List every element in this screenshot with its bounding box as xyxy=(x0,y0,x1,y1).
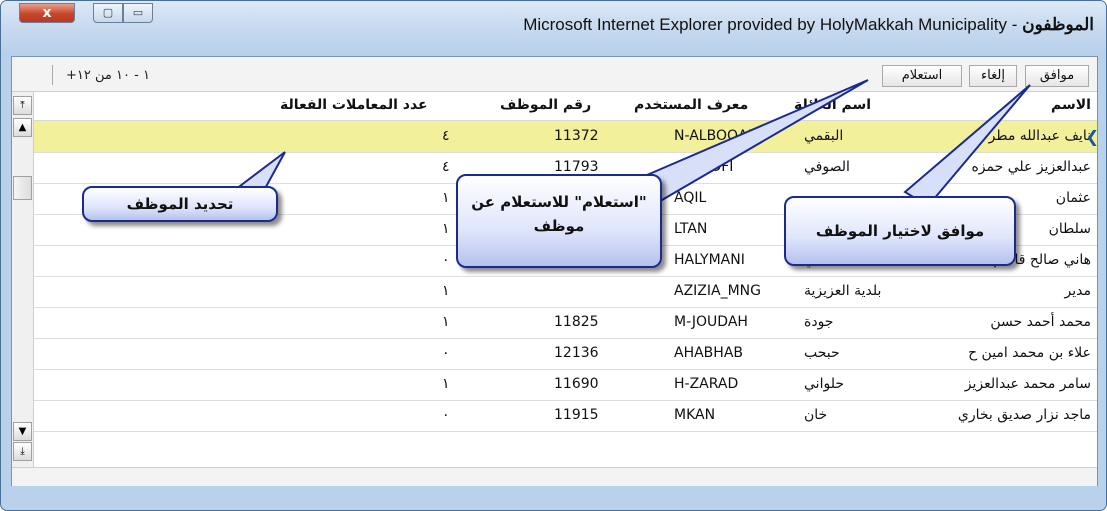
column-header-name[interactable]: الاسم xyxy=(1051,97,1091,113)
cell-family-name: حلواني xyxy=(804,376,844,392)
cell-family-name: الصوفي xyxy=(804,159,850,175)
table-row[interactable]: ١ 11690 H-ZARAD حلواني سامر محمد عبدالعزيز xyxy=(34,369,1097,401)
close-button[interactable]: x xyxy=(19,3,75,23)
column-header-user-id[interactable]: معرف المستخدم xyxy=(634,97,748,113)
cell-user-id: M-JOUDAH xyxy=(674,314,748,330)
cell-active-transactions: ٠ xyxy=(442,252,450,268)
title-bar: x ▢ ▭ Microsoft Internet Explorer provid… xyxy=(1,1,1106,55)
cell-name: سامر محمد عبدالعزيز xyxy=(964,376,1091,392)
cell-name: محمد أحمد حسن xyxy=(990,314,1091,330)
cell-name: عثمان xyxy=(1055,190,1091,206)
selected-row-marker-icon: ❮ xyxy=(1085,127,1099,146)
toolbar: موافق إلغاء استعلام ١ - ١٠ من ١٢+ xyxy=(12,57,1097,92)
cell-employee-number: 11690 xyxy=(554,376,599,392)
window-title-latin: Microsoft Internet Explorer provided by … xyxy=(523,15,1007,34)
scroll-down-button[interactable]: ▼ xyxy=(13,422,32,441)
cell-family-name: بلدية العزيزية xyxy=(804,283,882,299)
window-title: Microsoft Internet Explorer provided by … xyxy=(523,15,1094,35)
cell-active-transactions: ٤ xyxy=(442,128,450,144)
ok-button[interactable]: موافق xyxy=(1025,65,1089,87)
cell-employee-number: 11372 xyxy=(554,128,599,144)
window-title-arabic: الموظفون xyxy=(1022,15,1094,34)
query-button[interactable]: استعلام xyxy=(882,65,962,87)
table-row[interactable]: ٤ 11372 N-ALBOQAMI البقمي نايف عبدالله مطر ❮ xyxy=(34,121,1099,153)
cell-user-id: AQIL xyxy=(674,190,707,206)
callout-select-employee: تحديد الموظف xyxy=(82,186,278,222)
cell-family-name: البقمي xyxy=(804,128,844,144)
cell-active-transactions: ٠ xyxy=(442,407,450,423)
cell-user-id: MKAN xyxy=(674,407,716,423)
column-header-active-transactions[interactable]: عدد المعاملات الفعالة xyxy=(280,97,428,113)
cancel-button[interactable]: إلغاء xyxy=(969,65,1017,87)
scroll-thumb[interactable] xyxy=(13,176,32,200)
cell-active-transactions: ١ xyxy=(442,283,450,299)
column-header-employee-number[interactable]: رقم الموظف xyxy=(500,97,591,113)
cell-employee-number: 11915 xyxy=(554,407,599,423)
cell-active-transactions: ١ xyxy=(442,376,450,392)
cell-active-transactions: ١ xyxy=(442,190,450,206)
cell-user-id: AHABHAB xyxy=(674,345,743,361)
cell-user-id: H-ZARAD xyxy=(674,376,739,392)
maximize-button[interactable]: ▢ xyxy=(93,3,123,23)
cell-active-transactions: ١ xyxy=(442,221,450,237)
cell-employee-number: 11793 xyxy=(554,159,599,175)
cell-active-transactions: ٤ xyxy=(442,159,450,175)
cell-name: سلطان xyxy=(1048,221,1091,237)
cell-name: ماجد نزار صديق بخاري xyxy=(957,407,1091,423)
cell-active-transactions: ١ xyxy=(442,314,450,330)
cell-name: علاء بن محمد امين ح xyxy=(968,345,1091,361)
table-row[interactable]: ١ 11825 M-JOUDAH جودة محمد أحمد حسن xyxy=(34,307,1097,339)
table-row[interactable]: ٠ 11915 MKAN خان ماجد نزار صديق بخاري xyxy=(34,400,1097,432)
scroll-bottom-button[interactable]: ⤓ xyxy=(13,442,32,461)
cell-user-id: AZIZIA_MNG xyxy=(674,283,761,299)
window-title-separator: - xyxy=(1006,15,1023,34)
scroll-up-button[interactable]: ▲ xyxy=(13,118,32,137)
cell-name: نايف عبدالله مطر xyxy=(988,128,1091,144)
cell-family-name: خان xyxy=(804,407,828,423)
scroll-top-button[interactable]: ⤒ xyxy=(13,96,32,115)
cell-user-id: N-ALBOQAMI xyxy=(674,128,764,144)
callout-query-employee: "استعلام" للاستعلام عن موظف xyxy=(456,174,662,268)
cell-user-id: LTAN xyxy=(674,221,708,237)
cell-user-id: AALSOFI xyxy=(674,159,734,175)
table-row[interactable]: ١ AZIZIA_MNG بلدية العزيزية مدير xyxy=(34,276,1097,308)
cell-family-name: حبحب xyxy=(804,345,840,361)
cell-active-transactions: ٠ xyxy=(442,345,450,361)
cell-employee-number: 11825 xyxy=(554,314,599,330)
status-bar xyxy=(12,467,1097,486)
cell-user-id: HALYMANI xyxy=(674,252,745,268)
vertical-scrollbar[interactable]: ⤒ ▲ ▼ ⤓ xyxy=(12,92,34,485)
callout-ok-select: موافق لاختيار الموظف xyxy=(784,196,1016,266)
minimize-button[interactable]: ▭ xyxy=(123,3,153,23)
cell-name: عبدالعزيز علي حمزه xyxy=(971,159,1091,175)
cell-employee-number: 12136 xyxy=(554,345,599,361)
cell-family-name: جودة xyxy=(804,314,834,330)
employees-panel: موافق إلغاء استعلام ١ - ١٠ من ١٢+ ⤒ ▲ ▼ … xyxy=(11,56,1099,486)
toolbar-divider xyxy=(52,65,53,85)
pager-text: ١ - ١٠ من ١٢+ xyxy=(66,68,150,83)
table-header: الاسم اسم العائلة معرف المستخدم رقم المو… xyxy=(34,92,1097,121)
cell-name: مدير xyxy=(1064,283,1091,299)
column-header-family[interactable]: اسم العائلة xyxy=(794,97,871,113)
table-row[interactable]: ٠ 12136 AHABHAB حبحب علاء بن محمد امين ح xyxy=(34,338,1097,370)
